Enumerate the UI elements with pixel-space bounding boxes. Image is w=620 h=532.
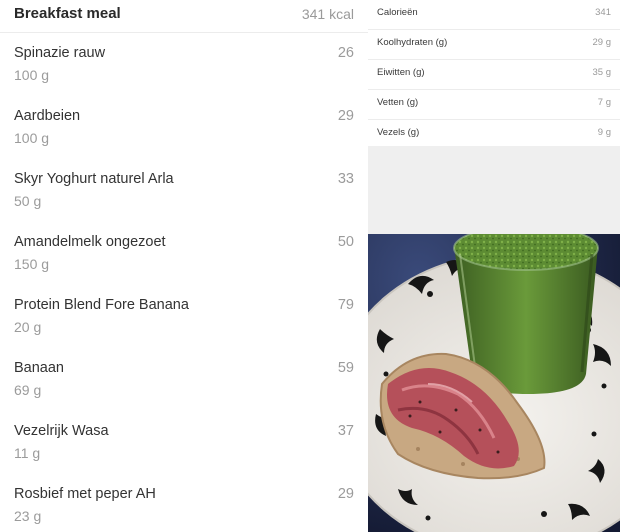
nutrient-value: 29 g <box>592 37 612 48</box>
food-item-amount: 23 g <box>14 508 42 524</box>
food-item-name: Rosbief met peper AH <box>14 486 156 502</box>
nutrient-label: Eiwitten (g) <box>377 67 425 78</box>
meal-header: Breakfast meal 341 kcal <box>0 0 368 33</box>
nutrient-value: 35 g <box>592 67 612 78</box>
food-item-amount: 20 g <box>14 319 42 335</box>
food-item-name: Vezelrijk Wasa <box>14 423 109 439</box>
nutrient-label: Calorieën <box>377 7 418 18</box>
nutrient-row-fiber: Vezels (g) 9 g <box>368 120 620 149</box>
food-item-amount: 11 g <box>14 445 41 461</box>
nutrient-value: 9 g <box>597 127 611 138</box>
food-item-name: Aardbeien <box>14 108 81 124</box>
detail-panel: Calorieën 341 Koolhydraten (g) 29 g Eiwi… <box>368 0 620 532</box>
food-item-kcal: 26 <box>337 45 354 61</box>
nutrient-value: 7 g <box>597 97 611 108</box>
food-item-amount: 150 g <box>14 256 50 272</box>
food-item-skyr[interactable]: Skyr Yoghurt naturel Arla 50 g 33 <box>0 159 368 222</box>
nutrient-label: Vezels (g) <box>377 127 420 138</box>
food-item-kcal: 29 <box>337 486 354 502</box>
meal-title: Breakfast meal <box>14 5 121 22</box>
nutrient-label: Vetten (g) <box>377 97 419 108</box>
food-item-amount: 100 g <box>14 130 50 146</box>
nutrient-label: Koolhydraten (g) <box>377 37 448 48</box>
food-item-kcal: 29 <box>337 108 354 124</box>
nutrient-value: 341 <box>595 7 611 18</box>
food-item-amandelmelk[interactable]: Amandelmelk ongezoet 150 g 50 <box>0 222 368 285</box>
meal-panel: Breakfast meal 341 kcal Spinazie rauw 10… <box>0 0 368 532</box>
nutrient-row-carbs: Koolhydraten (g) 29 g <box>368 30 620 60</box>
food-item-spinazie[interactable]: Spinazie rauw 100 g 26 <box>0 33 368 96</box>
food-item-name: Banaan <box>14 360 64 376</box>
meal-photo <box>368 234 620 532</box>
food-list: Spinazie rauw 100 g 26 Aardbeien 100 g 2… <box>0 33 368 532</box>
food-item-rosbief[interactable]: Rosbief met peper AH 23 g 29 <box>0 474 368 532</box>
food-item-amount: 50 g <box>14 193 42 209</box>
food-item-name: Protein Blend Fore Banana <box>14 297 189 313</box>
food-item-aardbeien[interactable]: Aardbeien 100 g 29 <box>0 96 368 159</box>
food-item-protein-blend[interactable]: Protein Blend Fore Banana 20 g 79 <box>0 285 368 348</box>
nutrient-row-fat: Vetten (g) 7 g <box>368 90 620 120</box>
meal-total-kcal: 341 kcal <box>301 6 354 22</box>
food-item-kcal: 50 <box>337 234 354 250</box>
food-item-name: Amandelmelk ongezoet <box>14 234 166 250</box>
food-item-name: Spinazie rauw <box>14 45 106 61</box>
food-item-kcal: 79 <box>337 297 354 313</box>
food-item-kcal: 33 <box>337 171 354 187</box>
food-item-kcal: 59 <box>337 360 354 376</box>
food-item-name: Skyr Yoghurt naturel Arla <box>14 171 174 187</box>
food-item-kcal: 37 <box>337 423 354 439</box>
food-item-banaan[interactable]: Banaan 69 g 59 <box>0 348 368 411</box>
food-item-amount: 100 g <box>14 67 50 83</box>
nutrient-row-protein: Eiwitten (g) 35 g <box>368 60 620 90</box>
food-item-amount: 69 g <box>14 382 42 398</box>
nutrient-table: Calorieën 341 Koolhydraten (g) 29 g Eiwi… <box>368 0 620 146</box>
nutrient-row-calories: Calorieën 341 <box>368 0 620 30</box>
food-item-wasa[interactable]: Vezelrijk Wasa 11 g 37 <box>0 411 368 474</box>
